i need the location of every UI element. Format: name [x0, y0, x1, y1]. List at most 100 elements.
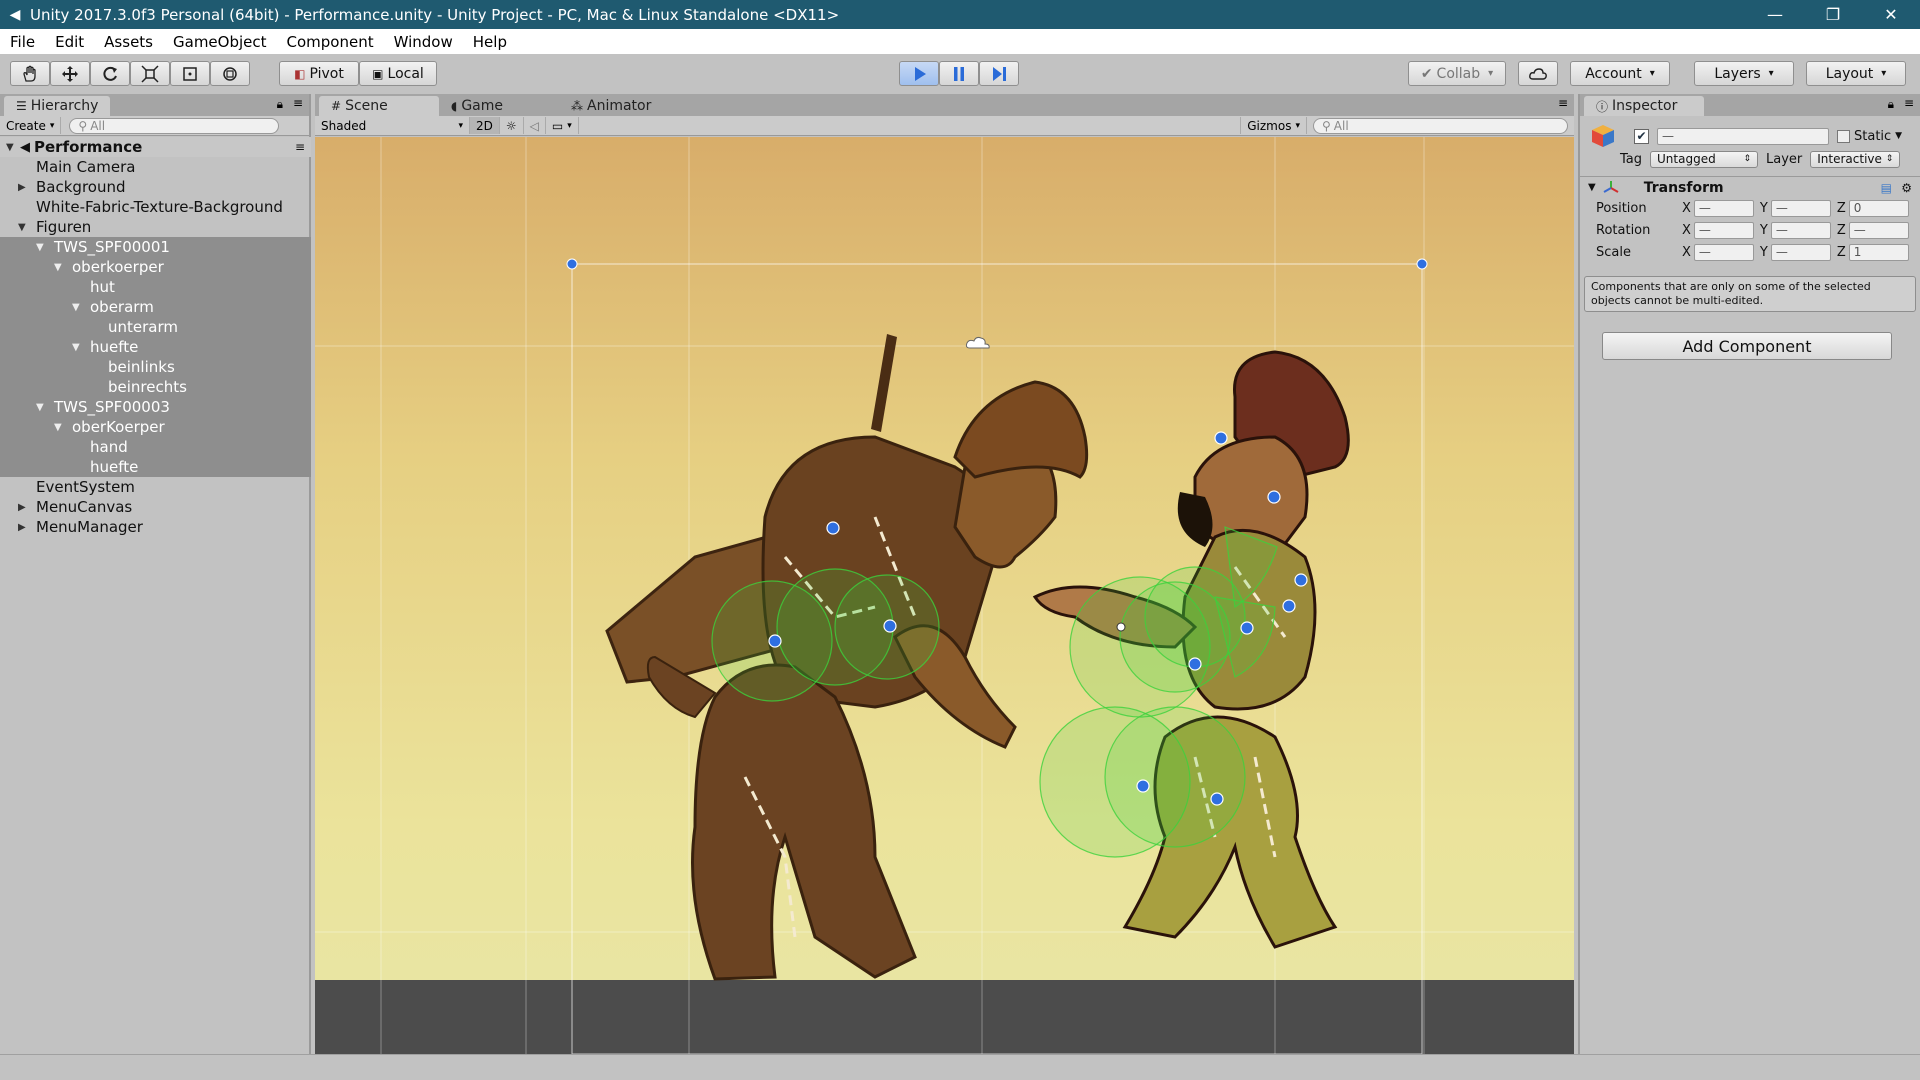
menu-component[interactable]: Component [277, 33, 384, 51]
hierarchy-item[interactable]: ▶ MenuManager [0, 517, 311, 537]
menu-file[interactable]: File [0, 33, 45, 51]
scene-root-row[interactable]: ▼ ◀ Performance ≡ [0, 137, 311, 157]
local-toggle[interactable]: ▣ Local [359, 61, 437, 86]
transform-z-field[interactable]: — [1848, 221, 1909, 239]
hierarchy-item[interactable]: huefte [0, 457, 311, 477]
tab-game[interactable]: ◖ Game [439, 96, 559, 116]
menu-help[interactable]: Help [463, 33, 517, 51]
layer-dropdown[interactable]: Interactive ⇕ [1810, 150, 1901, 168]
static-checkbox[interactable] [1837, 129, 1850, 143]
expand-arrow-icon[interactable]: ▶ [18, 502, 30, 513]
transform-y-field[interactable]: — [1770, 199, 1831, 217]
transform-x-field[interactable]: — [1693, 221, 1754, 239]
layers-dropdown[interactable]: Layers [1694, 61, 1794, 86]
hierarchy-item[interactable]: hut [0, 277, 311, 297]
cloud-button[interactable] [1518, 61, 1558, 86]
hand-tool-button[interactable] [10, 61, 50, 86]
hierarchy-item[interactable]: ▶ Background [0, 177, 311, 197]
expand-arrow-icon[interactable]: ▶ [18, 522, 30, 533]
rect-tool-button[interactable] [170, 61, 210, 86]
close-button[interactable]: ✕ [1862, 0, 1920, 29]
layout-dropdown[interactable]: Layout [1806, 61, 1906, 86]
gizmos-dropdown[interactable]: Gizmos ▾ [1240, 117, 1307, 134]
audio-toggle[interactable]: ◁ [524, 117, 546, 134]
tab-animator[interactable]: ⁂ Animator [559, 96, 679, 116]
collapse-arrow-icon[interactable]: ▼ [54, 262, 66, 273]
restore-button[interactable]: ❐ [1804, 0, 1862, 29]
tab-scene[interactable]: # Scene [319, 96, 439, 116]
hierarchy-search-input[interactable]: ⚲ All [69, 117, 280, 134]
hierarchy-item[interactable]: ▶ MenuCanvas [0, 497, 311, 517]
tab-inspector[interactable]: ⓘ Inspector [1584, 96, 1704, 116]
transform-collapse-arrow-icon[interactable]: ▼ [1588, 182, 1596, 193]
component-settings-gear-icon[interactable]: ⚙ [1901, 181, 1912, 195]
expand-arrow-icon[interactable]: ▼ [6, 142, 18, 153]
rotate-tool-button[interactable] [90, 61, 130, 86]
hierarchy-item[interactable]: ▼ oberkoerper [0, 257, 311, 277]
pivot-point[interactable] [1116, 622, 1126, 632]
menu-edit[interactable]: Edit [45, 33, 94, 51]
transform-y-field[interactable]: — [1770, 221, 1831, 239]
collapse-arrow-icon[interactable]: ▼ [18, 222, 30, 233]
hierarchy-item[interactable]: beinrechts [0, 377, 311, 397]
create-dropdown[interactable]: Create ▾ [0, 117, 62, 134]
transform-tool-button[interactable] [210, 61, 250, 86]
2d-toggle[interactable]: 2D [470, 117, 500, 134]
lock-icon[interactable]: 🔒︎ [277, 97, 283, 112]
transform-x-field[interactable]: — [1693, 243, 1754, 261]
scene-viewport[interactable] [315, 137, 1574, 1054]
pivot-toggle[interactable]: ◧ Pivot [279, 61, 359, 86]
hierarchy-item[interactable]: ▼ oberKoerper [0, 417, 311, 437]
step-icon [993, 66, 1006, 81]
pivot-handle-icon[interactable] [965, 336, 990, 349]
transform-x-field[interactable]: — [1693, 199, 1754, 217]
hierarchy-item[interactable]: ▼ TWS_SPF00001 [0, 237, 311, 257]
inspector-menu-icon[interactable]: ≡ [1904, 96, 1914, 110]
object-name-field[interactable]: — [1657, 127, 1829, 145]
transform-z-field[interactable]: 0 [1848, 199, 1909, 217]
transform-z-field[interactable]: 1 [1848, 243, 1909, 261]
menu-window[interactable]: Window [384, 33, 463, 51]
hierarchy-item[interactable]: Main Camera [0, 157, 311, 177]
step-button[interactable] [979, 61, 1019, 86]
help-book-icon[interactable]: ▤ [1881, 181, 1892, 195]
effects-dropdown[interactable]: ▭ ▾ [546, 117, 579, 134]
pause-button[interactable] [939, 61, 979, 86]
tab-hierarchy[interactable]: ☰ Hierarchy [4, 96, 111, 116]
collapse-arrow-icon[interactable]: ▼ [72, 302, 84, 313]
scene-search-input[interactable]: ⚲ All [1313, 117, 1568, 134]
minimize-button[interactable]: — [1746, 0, 1804, 29]
inspector-lock-icon[interactable]: 🔒︎ [1888, 97, 1894, 112]
hierarchy-item[interactable]: ▼ huefte [0, 337, 311, 357]
menu-gameobject[interactable]: GameObject [163, 33, 277, 51]
tag-dropdown[interactable]: Untagged ⇕ [1650, 150, 1759, 168]
hierarchy-item[interactable]: ▼ TWS_SPF00003 [0, 397, 311, 417]
add-component-button[interactable]: Add Component [1602, 332, 1892, 360]
collapse-arrow-icon[interactable]: ▼ [36, 402, 48, 413]
lighting-toggle[interactable]: ☼ [500, 117, 524, 134]
collab-dropdown[interactable]: ✔ Collab [1408, 61, 1506, 86]
scene-menu-icon[interactable]: ≡ [295, 140, 305, 154]
hierarchy-item[interactable]: unterarm [0, 317, 311, 337]
static-dropdown-icon[interactable]: ▼ [1895, 131, 1902, 141]
collapse-arrow-icon[interactable]: ▼ [36, 242, 48, 253]
panel-menu-icon[interactable]: ≡ [293, 96, 303, 110]
scene-panel-menu-icon[interactable]: ≡ [1558, 96, 1568, 110]
play-button[interactable] [899, 61, 939, 86]
collapse-arrow-icon[interactable]: ▼ [54, 422, 66, 433]
transform-y-field[interactable]: — [1770, 243, 1831, 261]
menu-assets[interactable]: Assets [94, 33, 163, 51]
hierarchy-item[interactable]: beinlinks [0, 357, 311, 377]
hierarchy-item[interactable]: ▼ Figuren [0, 217, 311, 237]
active-checkbox[interactable]: ✔ [1634, 128, 1649, 144]
shading-mode-dropdown[interactable]: Shaded ▾ [315, 117, 470, 134]
move-tool-button[interactable] [50, 61, 90, 86]
collapse-arrow-icon[interactable]: ▼ [72, 342, 84, 353]
hierarchy-item[interactable]: White-Fabric-Texture-Background [0, 197, 311, 217]
hierarchy-item[interactable]: hand [0, 437, 311, 457]
hierarchy-item[interactable]: ▼ oberarm [0, 297, 311, 317]
expand-arrow-icon[interactable]: ▶ [18, 182, 30, 193]
scale-tool-button[interactable] [130, 61, 170, 86]
hierarchy-item[interactable]: EventSystem [0, 477, 311, 497]
account-dropdown[interactable]: Account [1570, 61, 1670, 86]
